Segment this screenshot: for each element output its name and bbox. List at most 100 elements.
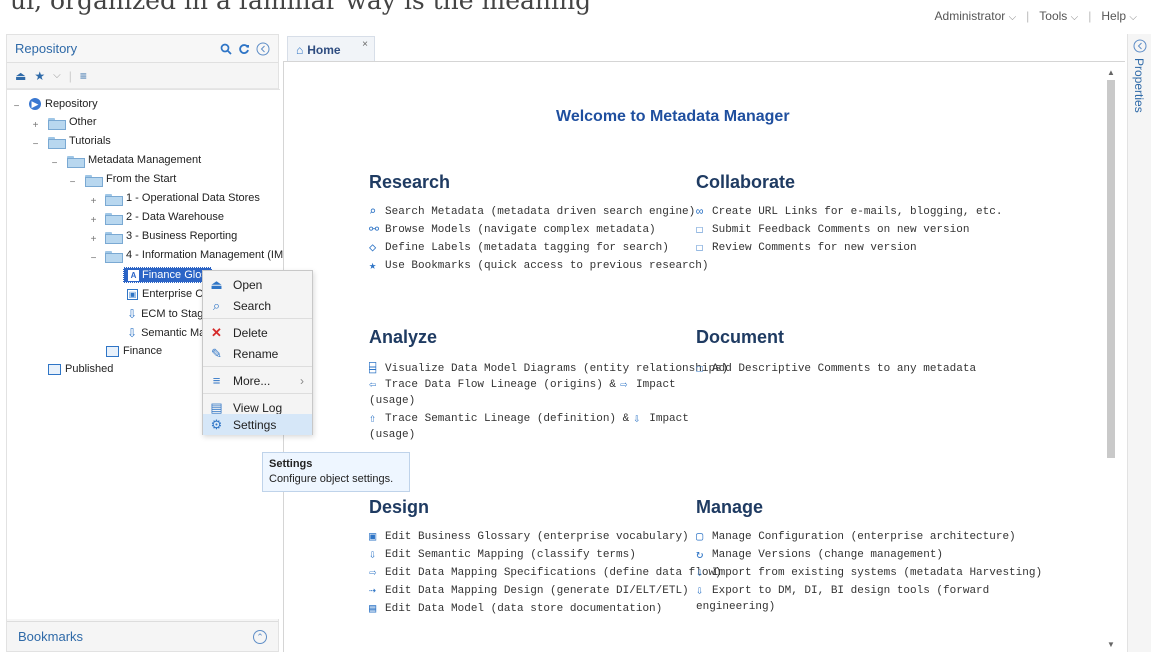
manage-link-export[interactable]: ⇩ Export to DM, DI, BI design tools (forw… <box>696 583 989 599</box>
manage-link-configuration[interactable]: ▢ Manage Configuration (enterprise archit… <box>696 529 1016 545</box>
menu-item-more[interactable]: ≡ More... › <box>203 370 312 391</box>
research-link-bookmarks[interactable]: ★ Use Bookmarks (quick access to previous… <box>369 258 708 274</box>
analyze-link-diagrams[interactable]: ⌸ Visualize Data Model Diagrams (entity r… <box>369 361 728 377</box>
tree-item-business-reporting[interactable]: 3 - Business Reporting <box>105 230 237 244</box>
separator: | <box>1088 9 1092 23</box>
tooltip-text: Configure object settings. <box>269 473 394 485</box>
tree-item-data-warehouse[interactable]: 2 - Data Warehouse <box>105 211 224 225</box>
expand-bookmarks-icon[interactable]: ⌃ <box>253 629 267 644</box>
home-icon: ⌂ <box>296 42 304 57</box>
refresh-icon[interactable] <box>238 43 250 55</box>
scroll-down-icon[interactable]: ▼ <box>1107 640 1115 649</box>
properties-label: Properties <box>1132 58 1146 113</box>
research-link-search[interactable]: ⌕ Search Metadata (metadata driven search… <box>369 204 695 220</box>
manage-link-import[interactable]: ⇩ Import from existing systems (metadata … <box>696 565 1042 581</box>
glossary-icon: ▣ <box>369 530 377 544</box>
manage-link-versions[interactable]: ↻ Manage Versions (change management) <box>696 547 943 563</box>
analyze-link-data-flow[interactable]: ⇦ Trace Data Flow Lineage (origins) & ⇨ Imp… <box>369 377 676 393</box>
expand-toggle[interactable]: + <box>31 121 40 131</box>
folder-icon <box>48 136 66 149</box>
open-icon: ⏏ <box>210 277 223 292</box>
tree-item-semantic-mapping[interactable]: ⇩ Semantic Ma <box>127 326 205 340</box>
research-link-browse[interactable]: ⚯ Browse Models (navigate complex metadat… <box>369 222 656 238</box>
design-link-glossary[interactable]: ▣ Edit Business Glossary (enterprise voca… <box>369 529 689 545</box>
tree-item-finance-glossary[interactable]: A Finance Glos <box>123 267 212 283</box>
mapping-design-icon: ⇢ <box>369 584 377 598</box>
collaborate-link-review[interactable]: ☐ Review Comments for new version <box>696 240 917 256</box>
menu-item-rename[interactable]: ✎ Rename <box>203 343 312 364</box>
tree-item-tutorials[interactable]: Tutorials <box>48 135 111 149</box>
tag-icon: ◇ <box>369 241 377 255</box>
design-link-semantic[interactable]: ⇩ Edit Semantic Mapping (classify terms) <box>369 547 636 563</box>
analyze-usage-text: (usage) <box>369 429 416 441</box>
help-menu[interactable]: Help ⌵ <box>1101 9 1137 23</box>
tree-item-metadata-management[interactable]: Metadata Management <box>67 154 201 168</box>
close-icon[interactable]: × <box>362 39 368 50</box>
design-link-mapping-design[interactable]: ⇢ Edit Data Mapping Design (generate DI/E… <box>369 583 689 599</box>
tree-item-enterprise[interactable]: ▣ Enterprise C <box>127 288 203 300</box>
document-title: Document <box>696 327 785 347</box>
selected-tree-item[interactable]: A Finance Glos <box>123 267 212 283</box>
folder-icon <box>105 231 123 244</box>
chevron-down-icon[interactable]: ⌵ <box>53 70 61 81</box>
expand-properties-icon[interactable] <box>1133 39 1147 53</box>
menu-item-settings[interactable]: ⚙ Settings <box>203 414 312 435</box>
analyze-link-semantic[interactable]: ⇧ Trace Semantic Lineage (definition) & ⇩ I… <box>369 411 689 427</box>
tab-home[interactable]: ⌂ Home × <box>287 36 375 62</box>
diagram-icon: ⌸ <box>369 362 377 376</box>
research-link-labels[interactable]: ◇ Define Labels (metadata tagging for sea… <box>369 240 669 256</box>
design-link-data-model[interactable]: ▤ Edit Data Model (data store documentati… <box>369 601 662 617</box>
collapse-toggle[interactable]: − <box>12 102 21 112</box>
tree-item-from-the-start[interactable]: From the Start <box>85 173 176 187</box>
link-icon: ∞ <box>696 205 704 219</box>
tools-menu[interactable]: Tools ⌵ <box>1039 9 1078 23</box>
versions-icon: ↻ <box>696 548 704 562</box>
tree-item-repository[interactable]: ▶ Repository <box>29 98 98 110</box>
tooltip-title: Settings <box>269 458 313 470</box>
research-title: Research <box>369 172 451 192</box>
tree-item-published[interactable]: Published <box>48 363 113 375</box>
menu-item-search[interactable]: ⌕ Search <box>203 295 312 316</box>
import-icon: ⇩ <box>696 566 704 580</box>
expand-toggle[interactable]: + <box>89 216 98 226</box>
tree-item-information-management[interactable]: 4 - Information Management (IM <box>105 249 283 263</box>
clipped-banner-text: ui, organized in a familiar way is the m… <box>10 0 592 15</box>
manage-title: Manage <box>696 497 764 517</box>
expand-toggle[interactable]: + <box>89 197 98 207</box>
comment-icon: ☐ <box>696 362 704 376</box>
collapse-toggle[interactable]: − <box>31 140 40 150</box>
tree-item-other[interactable]: Other <box>48 116 97 130</box>
collaborate-link-feedback[interactable]: ☐ Submit Feedback Comments on new version <box>696 222 969 238</box>
open-icon[interactable]: ⏏ <box>15 69 26 83</box>
menu-item-delete[interactable]: ✕ Delete <box>203 322 312 343</box>
repository-toolbar: ⏏ ★ ⌵ | ≡ <box>7 63 278 89</box>
star-icon[interactable]: ★ <box>34 69 45 83</box>
repository-root-icon: ▶ <box>29 98 41 110</box>
properties-panel[interactable]: Properties <box>1127 34 1151 652</box>
menu-icon: ≡ <box>212 373 221 388</box>
document-link-comments[interactable]: ☐ Add Descriptive Comments to any metadat… <box>696 361 976 377</box>
scroll-up-icon[interactable]: ▲ <box>1107 68 1115 77</box>
expand-toggle[interactable]: + <box>89 235 98 245</box>
collapse-toggle[interactable]: − <box>50 159 59 169</box>
menu-icon[interactable]: ≡ <box>80 69 87 83</box>
tree-item-operational-data-stores[interactable]: 1 - Operational Data Stores <box>105 192 260 206</box>
collapse-toggle[interactable]: − <box>89 254 98 264</box>
model-icon: ▣ <box>127 288 138 300</box>
export-icon: ⇩ <box>696 584 704 598</box>
browse-icon: ⚯ <box>369 223 380 237</box>
search-icon[interactable] <box>220 43 232 55</box>
design-link-specifications[interactable]: ⇨ Edit Data Mapping Specifications (defin… <box>369 565 722 581</box>
collaborate-link-url[interactable]: ∞ Create URL Links for e-mails, blogging,… <box>696 204 1002 220</box>
menu-item-open[interactable]: ⏏ Open <box>203 274 312 295</box>
vertical-scrollbar[interactable]: ▲ ▼ <box>1103 66 1119 652</box>
collapse-toggle[interactable]: − <box>68 178 77 188</box>
collapse-icon[interactable] <box>256 42 270 56</box>
log-icon: ▤ <box>210 400 223 415</box>
tree-item-finance[interactable]: Finance <box>106 345 162 357</box>
divider: | <box>68 68 72 83</box>
tree-item-ecm-to-staging[interactable]: ⇩ ECM to Stag <box>127 307 203 321</box>
administrator-menu[interactable]: Administrator ⌵ <box>935 9 1017 23</box>
bookmarks-bar[interactable]: Bookmarks ⌃ <box>7 621 278 651</box>
scroll-thumb[interactable] <box>1107 80 1115 458</box>
